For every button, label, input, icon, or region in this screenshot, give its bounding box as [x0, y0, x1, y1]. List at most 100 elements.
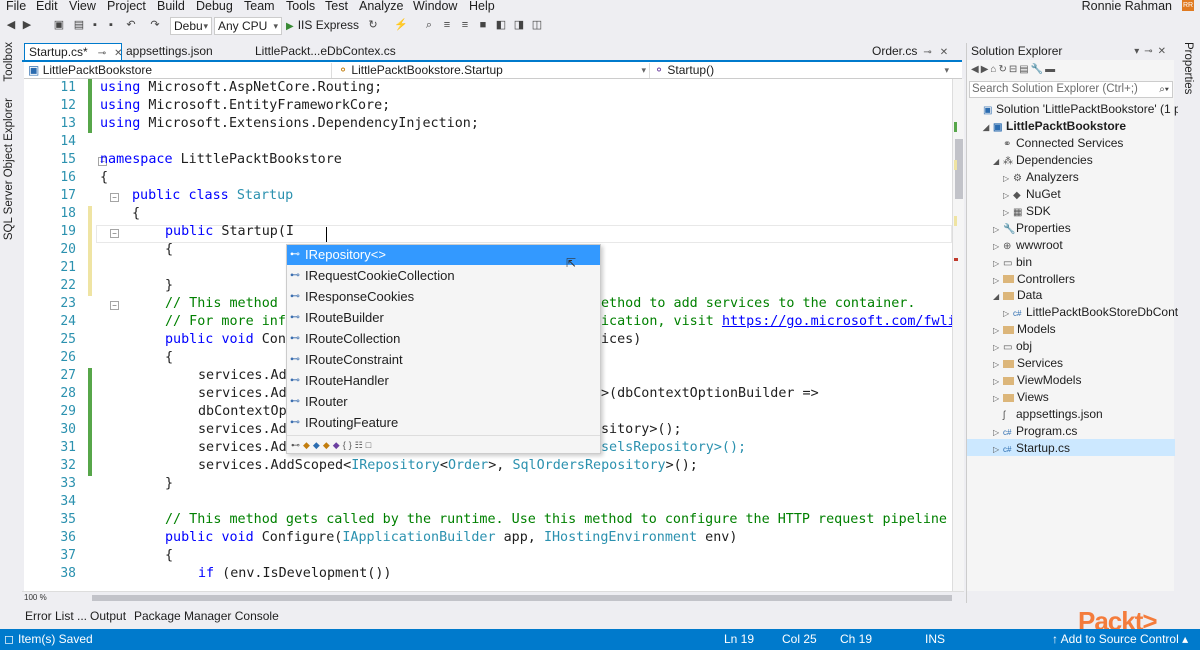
completion-item[interactable]: ⊷ IResponseCookies	[287, 287, 600, 307]
tab-error-list[interactable]: Error List ...	[25, 609, 87, 623]
comment-link[interactable]: https://go.microsoft.com/fwli	[722, 314, 952, 329]
completion-item[interactable]: ⊷ IRequestCookieCollection	[287, 266, 600, 286]
filter-toggle-icon[interactable]: □	[366, 440, 374, 450]
collapse-icon[interactable]: −	[110, 301, 119, 310]
completion-item[interactable]: ⊷ IRouteConstraint	[287, 350, 600, 370]
completion-item[interactable]: ⊷ IRouter	[287, 392, 600, 412]
user-name[interactable]: Ronnie Rahman	[1082, 0, 1172, 13]
bookmark-icon[interactable]: ■	[476, 18, 490, 32]
enum-filter-icon[interactable]: ◆	[323, 440, 333, 450]
tree-node[interactable]: ◢ ▣ LittlePacktBookstore	[983, 118, 1126, 136]
expand-arrow-icon[interactable]: ▷	[1003, 171, 1013, 187]
sql-server-object-explorer-tab[interactable]: SQL Server Object Explorer	[3, 98, 15, 240]
expand-arrow-icon[interactable]: ▷	[993, 256, 1003, 272]
expand-arrow-icon[interactable]: ▷	[993, 374, 1003, 390]
menu-help[interactable]: Help	[469, 0, 495, 13]
tab-appsettings-json[interactable]: appsettings.json	[122, 43, 213, 60]
pin-icon[interactable]: ⊸	[98, 48, 106, 59]
bookmark-prev-icon[interactable]: ◧	[494, 18, 508, 32]
back-icon[interactable]: ◀	[971, 64, 981, 75]
menu-test[interactable]: Test	[325, 0, 348, 13]
collapse-icon[interactable]: −	[110, 193, 119, 202]
tree-node[interactable]: ▷ Controllers	[993, 271, 1075, 289]
class-filter-icon[interactable]: ◆	[303, 440, 313, 450]
browser-link-icon[interactable]: ⚡	[394, 18, 408, 32]
collapse-arrow-icon[interactable]: ◢	[993, 289, 1003, 305]
collapse-arrow-icon[interactable]: ◢	[993, 154, 1003, 170]
tree-node[interactable]: ⚭ Connected Services	[993, 135, 1123, 153]
properties-icon[interactable]: 🔧	[1031, 64, 1045, 75]
format-icon[interactable]: ≡	[440, 18, 454, 32]
horizontal-scrollbar-thumb[interactable]	[92, 595, 952, 601]
user-avatar[interactable]: RR	[1182, 0, 1194, 11]
completion-item[interactable]: ⊷ IRouteCollection	[287, 329, 600, 349]
tree-node[interactable]: ▷ ▦ SDK	[1003, 203, 1051, 221]
delegate-filter-icon[interactable]: ◆	[333, 440, 343, 450]
tab-order-cs[interactable]: Order.cs ⊸ ✕	[868, 43, 962, 60]
menu-project[interactable]: Project	[107, 0, 146, 13]
completion-item[interactable]: ⊷ IRouteHandler	[287, 371, 600, 391]
back-icon[interactable]: ◀	[4, 18, 18, 32]
expand-arrow-icon[interactable]: ▷	[993, 239, 1003, 255]
solution-search-input[interactable]: Search Solution Explorer (Ctrl+;) ⌕▾	[969, 81, 1173, 98]
toolbox-tab[interactable]: Toolbox	[3, 42, 15, 82]
collapse-icon[interactable]: −	[110, 229, 119, 238]
editor-vertical-scrollbar[interactable]	[952, 79, 964, 591]
expand-arrow-icon[interactable]: ▷	[993, 340, 1003, 356]
expand-arrow-icon[interactable]: ▷	[993, 425, 1003, 441]
expand-arrow-icon[interactable]: ▷	[1003, 188, 1013, 204]
redo-icon[interactable]: ↷	[148, 18, 162, 32]
tree-node[interactable]: ◢ Data	[993, 287, 1042, 305]
completion-item[interactable]: ⊷ IRoutingFeature	[287, 413, 600, 433]
menu-file[interactable]: File	[6, 0, 26, 13]
bookmark-next-icon[interactable]: ◨	[512, 18, 526, 32]
menu-analyze[interactable]: Analyze	[359, 0, 403, 13]
expand-arrow-icon[interactable]: ▷	[993, 442, 1003, 458]
tree-node[interactable]: ▷ ᴄ# Program.cs	[993, 423, 1077, 441]
close-icon[interactable]: ✕	[940, 47, 948, 58]
collapse-all-icon[interactable]: ⊟	[1009, 64, 1019, 75]
tab-package-manager-console[interactable]: Package Manager Console	[134, 609, 279, 623]
menu-edit[interactable]: Edit	[36, 0, 58, 13]
tree-node[interactable]: ▷ ◆ NuGet	[1003, 186, 1061, 204]
tree-node[interactable]: ▷ ▭ obj	[993, 338, 1032, 356]
completion-item[interactable]: ⊷ IRepository<>	[287, 245, 600, 265]
expand-arrow-icon[interactable]: ▷	[993, 273, 1003, 289]
configuration-select[interactable]: Debu ▾	[170, 17, 212, 35]
tab-startup-cs[interactable]: Startup.cs* ⊸ ✕	[24, 43, 122, 60]
save-all-icon[interactable]: ▪	[104, 18, 118, 32]
struct-filter-icon[interactable]: ◆	[313, 440, 323, 450]
tree-node[interactable]: ▷ ViewModels	[993, 372, 1081, 390]
tree-node[interactable]: ▷ ⊕ wwwroot	[993, 237, 1063, 255]
tree-node[interactable]: ʃ appsettings.json	[993, 406, 1103, 424]
menu-window[interactable]: Window	[413, 0, 457, 13]
menu-view[interactable]: View	[69, 0, 96, 13]
completion-item[interactable]: ⊷ IRouteBuilder	[287, 308, 600, 328]
tree-node[interactable]: ▷ ⚙ Analyzers	[1003, 169, 1079, 187]
snippet-filter-icon[interactable]: ☷	[355, 440, 366, 450]
tree-node[interactable]: ▷ 🔧Properties	[993, 220, 1071, 238]
pin-icon[interactable]: ⊸	[1144, 46, 1157, 57]
refresh-icon[interactable]: ↻	[366, 18, 380, 32]
open-icon[interactable]: ▤	[72, 18, 86, 32]
dropdown-icon[interactable]: ▾	[1134, 46, 1144, 57]
type-dropdown[interactable]: ⚬ LittlePacktBookstore.Startup ▾	[336, 63, 650, 78]
tree-node[interactable]: ▷ Models	[993, 321, 1056, 339]
source-control-button[interactable]: ↑ Add to Source Control ▴	[1052, 632, 1188, 646]
tree-node[interactable]: ▷ Views	[993, 389, 1049, 407]
tree-node[interactable]: ▷ ▭ bin	[993, 254, 1032, 272]
platform-select[interactable]: Any CPU ▾	[214, 17, 282, 35]
expand-arrow-icon[interactable]: ▷	[1003, 306, 1013, 322]
properties-tab[interactable]: Properties	[1182, 42, 1194, 94]
tree-node[interactable]: ◢ ⁂ Dependencies	[993, 152, 1093, 170]
completion-filter-bar[interactable]: ⊷◆◆◆◆{}☷□	[287, 435, 600, 453]
expand-arrow-icon[interactable]: ▷	[993, 357, 1003, 373]
forward-icon[interactable]: ▶	[20, 18, 34, 32]
interface-filter-icon[interactable]: ⊷	[291, 440, 303, 450]
preview-icon[interactable]: ▬	[1045, 64, 1057, 75]
run-button[interactable]: ▶ IIS Express	[286, 17, 359, 35]
forward-icon[interactable]: ▶	[981, 64, 991, 75]
tree-node[interactable]: ▷ ᴄ# Startup.cs	[993, 440, 1070, 458]
tree-node[interactable]: ▷ Services	[993, 355, 1063, 373]
tab-dbcontext-cs[interactable]: LittlePackt...eDbContex.cs	[251, 43, 396, 60]
